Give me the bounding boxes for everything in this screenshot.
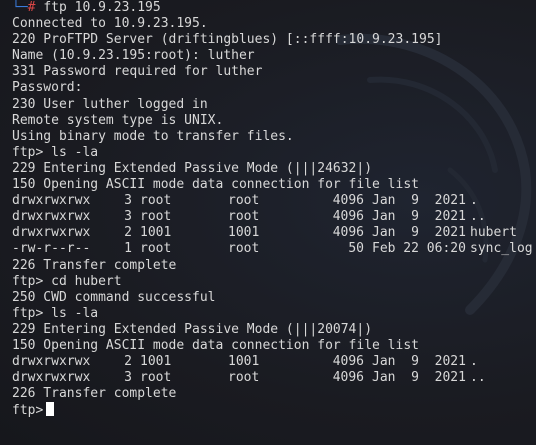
file-size: 4096: [332, 193, 364, 209]
file-date: Feb 22 06:20: [372, 241, 466, 257]
listing-row: drwxrwxrwx 2 1001 1001 4096 Jan 9 2021.: [12, 354, 536, 370]
file-owner: 1001: [140, 225, 172, 241]
output-line: ftp> ls -la: [12, 144, 99, 160]
file-owner: root: [140, 209, 172, 225]
file-name: .: [470, 193, 478, 209]
terminal-window[interactable]: └─# ftp 10.9.23.195 Connected to 10.9.23…: [0, 0, 536, 445]
file-group: root: [228, 193, 260, 209]
output-line: 250 CWD command successful: [12, 289, 216, 305]
output-line: ftp> cd hubert: [12, 273, 122, 289]
file-date: Jan 9 2021: [372, 225, 466, 241]
output-line: Name (10.9.23.195:root): luther: [12, 48, 255, 64]
listing-row: drwxrwxrwx 3 root root 4096 Jan 9 2021..: [12, 370, 536, 386]
file-date: Jan 9 2021: [372, 193, 466, 209]
file-size: 50: [348, 241, 364, 257]
file-links: 1: [124, 241, 132, 257]
output-line: 226 Transfer complete: [12, 386, 177, 402]
terminal-output: └─# ftp 10.9.23.195 Connected to 10.9.23…: [12, 0, 536, 418]
output-line: Using binary mode to transfer files.: [12, 128, 294, 144]
file-permissions: -rw-r--r--: [12, 241, 91, 257]
file-permissions: drwxrwxrwx: [12, 209, 91, 225]
output-line: 226 Transfer complete: [12, 257, 177, 273]
file-permissions: drwxrwxrwx: [12, 370, 91, 386]
listing-row: drwxrwxrwx 2 1001 1001 4096 Jan 9 2021 hubert: [12, 225, 536, 241]
file-name: .: [470, 354, 478, 370]
file-permissions: drwxrwxrwx: [12, 225, 91, 241]
file-size: 4096: [332, 370, 364, 386]
file-name: hubert: [470, 225, 517, 241]
output-line: 331 Password required for luther: [12, 64, 263, 80]
output-line: 150 Opening ASCII mode data connection f…: [12, 337, 419, 353]
file-links: 3: [124, 370, 132, 386]
text-cursor: [46, 402, 55, 417]
file-group: root: [228, 241, 260, 257]
file-links: 3: [124, 193, 132, 209]
file-group: root: [228, 370, 260, 386]
file-owner: root: [140, 193, 172, 209]
prompt-corner: └─: [12, 0, 28, 15]
file-owner: 1001: [140, 354, 172, 370]
output-line: Remote system type is UNIX.: [12, 112, 224, 128]
file-links: 2: [124, 225, 132, 241]
file-name: ..: [470, 370, 486, 386]
file-name: ..: [470, 209, 486, 225]
output-line: 220 ProFTPD Server (driftingblues) [::ff…: [12, 32, 443, 48]
file-owner: root: [140, 370, 172, 386]
file-permissions: drwxrwxrwx: [12, 354, 91, 370]
output-line: Connected to 10.9.23.195.: [12, 16, 208, 32]
file-group: 1001: [228, 354, 260, 370]
output-line: Password:: [12, 80, 83, 96]
file-name: sync_log: [470, 241, 533, 257]
output-line: 230 User luther logged in: [12, 96, 208, 112]
file-size: 4096: [332, 225, 364, 241]
file-date: Jan 9 2021: [372, 354, 466, 370]
listing-row: drwxrwxrwx 3 root root 4096 Jan 9 2021..: [12, 209, 536, 225]
output-line: 229 Entering Extended Passive Mode (|||2…: [12, 160, 373, 176]
file-owner: root: [140, 241, 172, 257]
ftp-prompt: ftp>: [12, 403, 44, 419]
output-line: 229 Entering Extended Passive Mode (|||2…: [12, 321, 373, 337]
file-links: 2: [124, 354, 132, 370]
listing-row: drwxrwxrwx 3 root root 4096 Jan 9 2021.: [12, 193, 536, 209]
prompt-symbol: #: [27, 0, 36, 15]
ftp-prompt-line[interactable]: ftp>: [12, 402, 536, 418]
shell-prompt-line: └─# ftp 10.9.23.195: [12, 0, 536, 16]
command-text: ftp 10.9.23.195: [43, 0, 161, 15]
listing-row: -rw-r--r-- 1 root root 50 Feb 22 06:20 sync_lo…: [12, 241, 536, 257]
file-date: Jan 9 2021: [372, 370, 466, 386]
file-links: 3: [124, 209, 132, 225]
file-group: root: [228, 209, 260, 225]
file-group: 1001: [228, 225, 260, 241]
output-line: ftp> ls -la: [12, 305, 99, 321]
file-date: Jan 9 2021: [372, 209, 466, 225]
file-size: 4096: [332, 209, 364, 225]
file-size: 4096: [332, 354, 364, 370]
output-line: 150 Opening ASCII mode data connection f…: [12, 177, 419, 193]
file-permissions: drwxrwxrwx: [12, 193, 91, 209]
